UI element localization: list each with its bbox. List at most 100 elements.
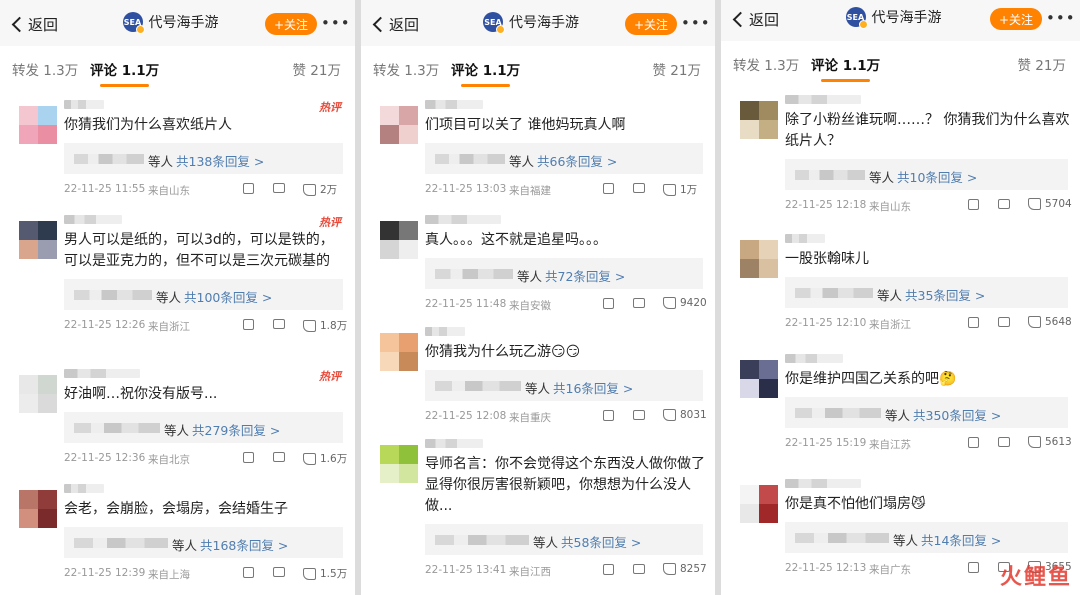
reply-preview[interactable]: 等人 共72条回复 > xyxy=(425,258,703,289)
like-button[interactable]: 5704 xyxy=(1028,198,1072,210)
reply-button[interactable] xyxy=(273,319,285,329)
reply-count-link[interactable]: 共100条回复 > xyxy=(184,287,272,306)
avatar[interactable] xyxy=(19,490,57,528)
reply-preview[interactable]: 等人 共350条回复 > xyxy=(785,397,1068,428)
reply-button[interactable] xyxy=(998,437,1010,447)
reply-preview[interactable]: 等人 共279条回复 > xyxy=(64,412,343,443)
avatar[interactable] xyxy=(19,221,57,259)
avatar[interactable] xyxy=(19,106,57,144)
follow-button[interactable]: +关注 xyxy=(990,8,1042,30)
reply-button[interactable] xyxy=(998,317,1010,327)
share-button[interactable] xyxy=(603,183,614,194)
username-blurred[interactable] xyxy=(64,215,122,224)
tab-likes[interactable]: 赞 21万 xyxy=(293,59,341,79)
avatar[interactable] xyxy=(740,485,778,523)
avatar[interactable] xyxy=(19,375,57,413)
reply-preview[interactable]: 等人 共16条回复 > xyxy=(425,370,703,401)
reply-count-link[interactable]: 共138条回复 > xyxy=(176,151,264,170)
reply-count-link[interactable]: 共58条回复 > xyxy=(561,532,641,551)
tab-comments[interactable]: 评论 1.1万 xyxy=(90,59,159,87)
reply-count-link[interactable]: 共72条回复 > xyxy=(545,266,625,285)
tab-comments[interactable]: 评论 1.1万 xyxy=(451,59,520,87)
share-button[interactable] xyxy=(968,562,979,573)
avatar[interactable] xyxy=(740,101,778,139)
reply-preview[interactable]: 等人 共168条回复 > xyxy=(64,527,343,558)
reply-count-link[interactable]: 共35条回复 > xyxy=(905,285,985,304)
share-button[interactable] xyxy=(243,567,254,578)
tab-repost[interactable]: 转发 1.3万 xyxy=(373,59,439,79)
username-blurred[interactable] xyxy=(785,354,843,363)
share-button[interactable] xyxy=(603,564,614,575)
avatar[interactable] xyxy=(380,333,418,371)
reply-button[interactable] xyxy=(273,452,285,462)
reply-count-link[interactable]: 共66条回复 > xyxy=(537,151,617,170)
avatar[interactable] xyxy=(380,221,418,259)
follow-button[interactable]: +关注 xyxy=(265,13,317,35)
reply-button[interactable] xyxy=(273,183,285,193)
reply-preview[interactable]: 等人 共35条回复 > xyxy=(785,277,1068,308)
back-button[interactable]: 返回 xyxy=(10,14,58,35)
reply-button[interactable] xyxy=(273,567,285,577)
share-button[interactable] xyxy=(243,452,254,463)
username-blurred[interactable] xyxy=(64,100,104,109)
reply-preview[interactable]: 等人 共138条回复 > xyxy=(64,143,343,174)
share-button[interactable] xyxy=(968,199,979,210)
reply-button[interactable] xyxy=(633,183,645,193)
username-blurred[interactable] xyxy=(425,327,465,336)
reply-count-link[interactable]: 共350条回复 > xyxy=(913,405,1001,424)
username-blurred[interactable] xyxy=(785,234,825,243)
back-button[interactable]: 返回 xyxy=(731,9,779,30)
account-title[interactable]: SEA 代号海手游 xyxy=(122,12,219,34)
reply-count-link[interactable]: 共14条回复 > xyxy=(921,530,1001,549)
like-button[interactable]: 8031 xyxy=(663,409,707,421)
more-dots-icon[interactable]: ••• xyxy=(321,14,351,32)
username-blurred[interactable] xyxy=(425,439,483,448)
avatar[interactable] xyxy=(740,360,778,398)
reply-count-link[interactable]: 共279条回复 > xyxy=(192,420,280,439)
back-button[interactable]: 返回 xyxy=(371,14,419,35)
share-button[interactable] xyxy=(603,410,614,421)
tab-likes[interactable]: 赞 21万 xyxy=(653,59,701,79)
like-button[interactable]: 1万 xyxy=(663,182,697,197)
reply-button[interactable] xyxy=(633,564,645,574)
more-dots-icon[interactable]: ••• xyxy=(681,14,711,32)
username-blurred[interactable] xyxy=(425,215,501,224)
follow-button[interactable]: +关注 xyxy=(625,13,677,35)
avatar[interactable] xyxy=(380,106,418,144)
tab-likes[interactable]: 赞 21万 xyxy=(1018,54,1066,74)
more-dots-icon[interactable]: ••• xyxy=(1046,9,1076,27)
share-button[interactable] xyxy=(968,317,979,328)
username-blurred[interactable] xyxy=(785,95,861,104)
reply-preview[interactable]: 等人 共66条回复 > xyxy=(425,143,703,174)
reply-button[interactable] xyxy=(998,199,1010,209)
share-button[interactable] xyxy=(968,437,979,448)
reply-preview[interactable]: 等人 共100条回复 > xyxy=(64,279,343,310)
reply-preview[interactable]: 等人 共58条回复 > xyxy=(425,524,703,555)
username-blurred[interactable] xyxy=(64,369,140,378)
reply-button[interactable] xyxy=(633,410,645,420)
avatar[interactable] xyxy=(740,240,778,278)
like-button[interactable]: 5613 xyxy=(1028,436,1072,448)
share-button[interactable] xyxy=(603,298,614,309)
tab-repost[interactable]: 转发 1.3万 xyxy=(733,54,799,74)
reply-preview[interactable]: 等人 共14条回复 > xyxy=(785,522,1068,553)
account-title[interactable]: SEA 代号海手游 xyxy=(483,12,579,34)
avatar[interactable] xyxy=(380,445,418,483)
reply-button[interactable] xyxy=(633,298,645,308)
tab-comments[interactable]: 评论 1.1万 xyxy=(811,54,880,82)
username-blurred[interactable] xyxy=(425,100,483,109)
reply-count-link[interactable]: 共16条回复 > xyxy=(553,378,633,397)
like-button[interactable]: 1.8万 xyxy=(303,318,347,333)
like-button[interactable]: 1.6万 xyxy=(303,451,347,466)
share-button[interactable] xyxy=(243,319,254,330)
reply-count-link[interactable]: 共10条回复 > xyxy=(897,167,977,186)
tab-repost[interactable]: 转发 1.3万 xyxy=(12,59,78,79)
share-button[interactable] xyxy=(243,183,254,194)
reply-preview[interactable]: 等人 共10条回复 > xyxy=(785,159,1068,190)
reply-count-link[interactable]: 共168条回复 > xyxy=(200,535,288,554)
like-button[interactable]: 1.5万 xyxy=(303,566,347,581)
account-title[interactable]: SEA 代号海手游 xyxy=(845,7,942,29)
like-button[interactable]: 5648 xyxy=(1028,316,1072,328)
like-button[interactable]: 8257 xyxy=(663,563,707,575)
like-button[interactable]: 2万 xyxy=(303,182,337,197)
